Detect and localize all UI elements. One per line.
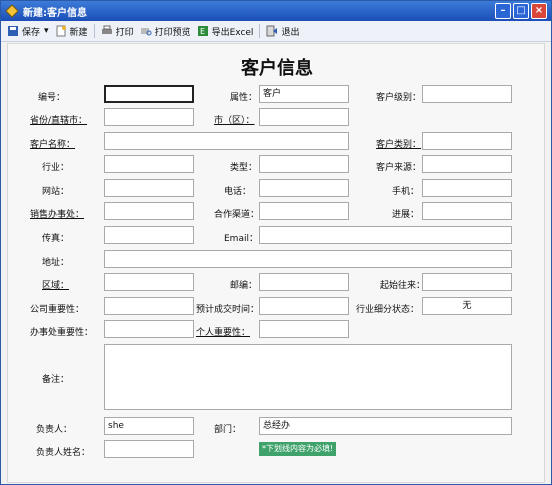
floppy-disk-icon <box>8 26 18 36</box>
form-title: 客户信息 <box>241 58 313 79</box>
province-label: 省份/直辖市： <box>30 116 88 126</box>
toolbar-separator <box>93 24 95 38</box>
owner-label: 负责人： <box>36 425 73 435</box>
email-label: Email： <box>224 234 258 244</box>
customer-source-field[interactable] <box>422 155 512 173</box>
customer-form: 客户信息 编号： 属性： 客户 客户级别： 省份/直辖市： 市（区）： 客户名称… <box>7 43 545 483</box>
personal-importance-field[interactable] <box>259 320 349 338</box>
channel-field[interactable] <box>259 202 349 220</box>
new-document-icon <box>56 25 66 37</box>
property-label: 属性： <box>230 93 258 103</box>
mobile-label: 手机： <box>392 187 420 197</box>
owner-field[interactable]: she <box>104 417 194 435</box>
start-contact-field[interactable] <box>422 273 512 291</box>
customer-name-label: 客户名称： <box>30 140 76 150</box>
customer-category-field[interactable] <box>422 132 512 150</box>
website-field[interactable] <box>104 179 194 197</box>
sales-office-field[interactable] <box>104 202 194 220</box>
save-label: 保存 <box>22 27 41 38</box>
website-label: 网站： <box>42 187 70 197</box>
department-label: 部门： <box>214 425 242 435</box>
number-field[interactable] <box>104 85 194 103</box>
maximize-button[interactable]: □ <box>513 3 529 19</box>
industry-field[interactable] <box>104 155 194 173</box>
owner-name-label: 负责人姓名： <box>36 448 91 458</box>
industry-label: 行业： <box>42 163 70 173</box>
personal-importance-label: 个人重要性： <box>196 328 251 338</box>
region-field[interactable] <box>104 273 194 291</box>
sales-office-label: 销售办事处： <box>30 210 85 220</box>
svg-text:E: E <box>200 27 205 36</box>
app-icon <box>5 4 19 18</box>
print-preview-icon <box>140 28 152 36</box>
postcode-label: 邮编： <box>230 281 258 291</box>
owner-name-field[interactable] <box>104 440 194 458</box>
app-window: 新建:客户信息 – □ × 保存 ▾ 新建 打印 打印预览 E 导出Excel <box>0 0 552 485</box>
company-importance-field[interactable] <box>104 297 194 315</box>
new-button[interactable]: 新建 <box>55 22 88 40</box>
type-label: 类型： <box>230 163 258 173</box>
toolbar: 保存 ▾ 新建 打印 打印预览 E 导出Excel 退出 <box>1 21 551 42</box>
save-button[interactable]: 保存 ▾ <box>7 22 49 40</box>
progress-field[interactable] <box>422 202 512 220</box>
company-importance-label: 公司重要性： <box>30 305 85 315</box>
export-excel-button[interactable]: E 导出Excel <box>197 22 254 40</box>
customer-category-label: 客户类别： <box>376 140 422 150</box>
region-label: 区域： <box>42 281 70 291</box>
export-excel-label: 导出Excel <box>211 27 254 38</box>
department-field[interactable]: 总经办 <box>259 417 512 435</box>
printer-icon <box>101 25 112 34</box>
remark-label: 备注： <box>42 375 70 385</box>
expected-deal-time-field[interactable] <box>259 297 349 315</box>
mobile-field[interactable] <box>422 179 512 197</box>
toolbar-separator <box>259 24 261 38</box>
remark-textarea[interactable] <box>104 344 512 410</box>
industry-status-label: 行业细分状态： <box>356 305 420 315</box>
phone-field[interactable] <box>259 179 349 197</box>
customer-level-field[interactable] <box>422 85 512 103</box>
customer-name-field[interactable] <box>104 132 349 150</box>
fax-label: 传真： <box>42 234 70 244</box>
industry-status-field[interactable]: 无 <box>422 297 512 315</box>
customer-level-label: 客户级别： <box>376 93 422 103</box>
print-label: 打印 <box>115 27 134 38</box>
office-importance-label: 办事处重要性： <box>30 328 94 338</box>
exit-button[interactable]: 退出 <box>266 22 299 40</box>
customer-source-label: 客户来源： <box>376 163 422 173</box>
number-label: 编号： <box>38 93 66 103</box>
excel-icon: E <box>197 26 208 36</box>
exit-icon <box>266 25 278 37</box>
property-field[interactable]: 客户 <box>259 85 349 103</box>
office-importance-field[interactable] <box>104 320 194 338</box>
window-controls: – □ × <box>495 3 547 19</box>
email-field[interactable] <box>259 226 512 244</box>
print-button[interactable]: 打印 <box>101 22 134 40</box>
fax-field[interactable] <box>104 226 194 244</box>
type-field[interactable] <box>259 155 349 173</box>
phone-label: 电话： <box>224 187 252 197</box>
address-field[interactable] <box>104 250 512 268</box>
city-field[interactable] <box>259 108 349 126</box>
title-bar: 新建:客户信息 – □ × <box>1 1 551 21</box>
close-button[interactable]: × <box>531 3 547 19</box>
window-title: 新建:客户信息 <box>23 7 87 19</box>
minimize-button[interactable]: – <box>495 3 511 19</box>
dropdown-arrow-icon[interactable]: ▾ <box>44 26 49 36</box>
start-contact-label: 起始往来： <box>380 281 426 291</box>
expected-deal-time-label: 预计成交时间： <box>196 305 260 315</box>
province-field[interactable] <box>104 108 194 126</box>
postcode-field[interactable] <box>259 273 349 291</box>
exit-label: 退出 <box>281 27 300 38</box>
required-notice: *下划线内容为必填! <box>259 442 337 456</box>
progress-label: 进展： <box>392 210 420 220</box>
print-preview-button[interactable]: 打印预览 <box>140 22 191 40</box>
channel-label: 合作渠道： <box>214 210 260 220</box>
new-label: 新建 <box>69 27 88 38</box>
print-preview-label: 打印预览 <box>154 27 191 38</box>
city-label: 市（区）： <box>214 116 255 126</box>
address-label: 地址： <box>42 258 70 268</box>
